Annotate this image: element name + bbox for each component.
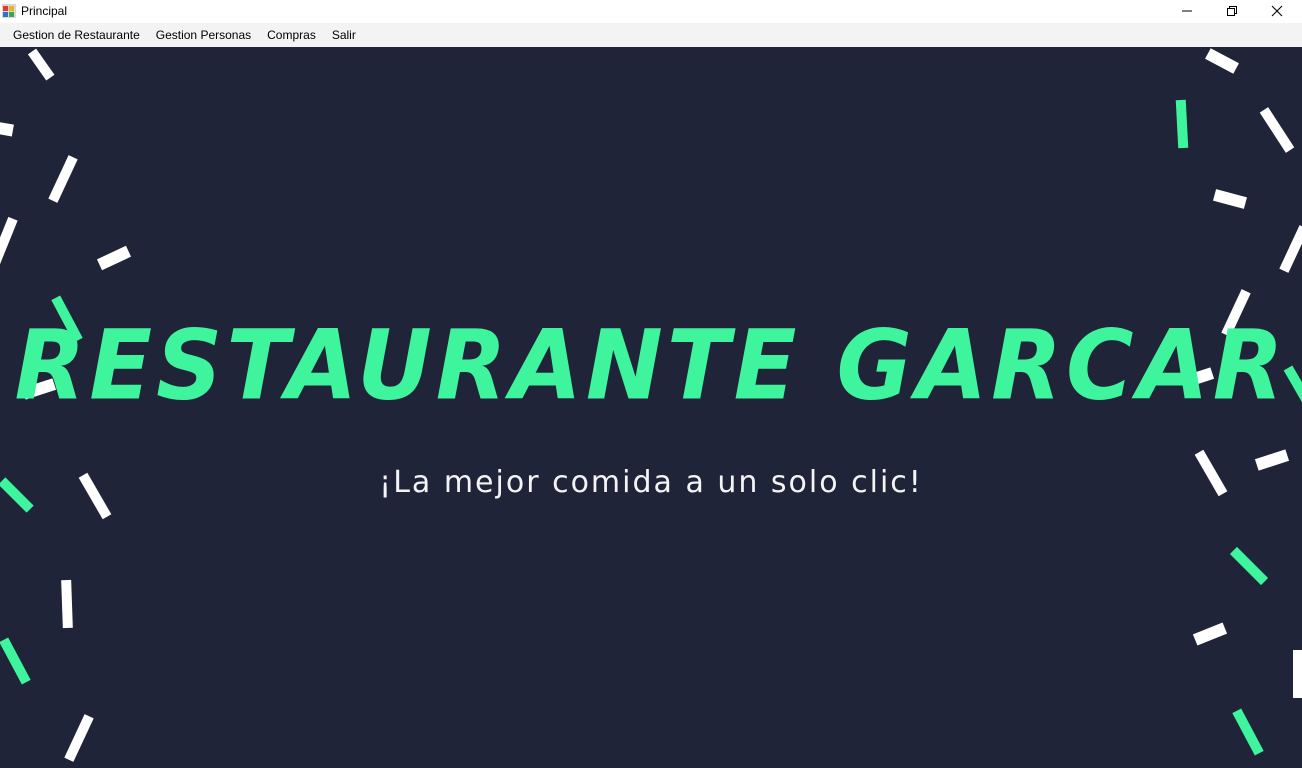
confetti-piece xyxy=(27,48,55,81)
confetti-piece xyxy=(1212,189,1248,209)
minimize-icon xyxy=(1182,10,1192,12)
confetti-piece xyxy=(0,637,31,685)
confetti-piece xyxy=(1259,107,1295,153)
confetti-piece xyxy=(1205,48,1239,74)
confetti-piece xyxy=(1279,225,1302,273)
app-window: Principal Gestion de Restaurante Gestion… xyxy=(0,0,1302,768)
confetti-piece xyxy=(64,714,94,762)
menu-salir[interactable]: Salir xyxy=(324,24,364,46)
confetti-piece xyxy=(96,245,132,271)
confetti-piece xyxy=(0,216,18,266)
menu-bar: Gestion de Restaurante Gestion Personas … xyxy=(0,23,1302,47)
close-button[interactable] xyxy=(1254,0,1300,22)
restaurant-title: RESTAURANTE GARCAR xyxy=(14,309,1288,422)
confetti-piece xyxy=(1232,708,1264,756)
confetti-piece xyxy=(1293,650,1302,698)
restore-button[interactable] xyxy=(1209,0,1255,22)
restaurant-tagline: ¡La mejor comida a un solo clic! xyxy=(379,465,923,500)
confetti-piece xyxy=(1192,622,1228,646)
confetti-piece xyxy=(61,579,73,629)
menu-gestion-restaurante[interactable]: Gestion de Restaurante xyxy=(5,24,148,46)
confetti-piece xyxy=(0,121,14,137)
confetti-piece xyxy=(1175,99,1189,149)
title-bar[interactable]: Principal xyxy=(0,0,1302,23)
restore-icon xyxy=(1227,6,1237,16)
app-icon xyxy=(2,4,16,18)
confetti-piece xyxy=(48,155,78,203)
menu-gestion-personas[interactable]: Gestion Personas xyxy=(148,24,259,46)
close-icon xyxy=(1271,5,1283,17)
window-title: Principal xyxy=(21,4,68,18)
main-banner: RESTAURANTE GARCAR ¡La mejor comida a un… xyxy=(0,47,1302,768)
confetti-piece xyxy=(1229,546,1269,586)
menu-compras[interactable]: Compras xyxy=(259,24,324,46)
minimize-button[interactable] xyxy=(1164,0,1210,22)
